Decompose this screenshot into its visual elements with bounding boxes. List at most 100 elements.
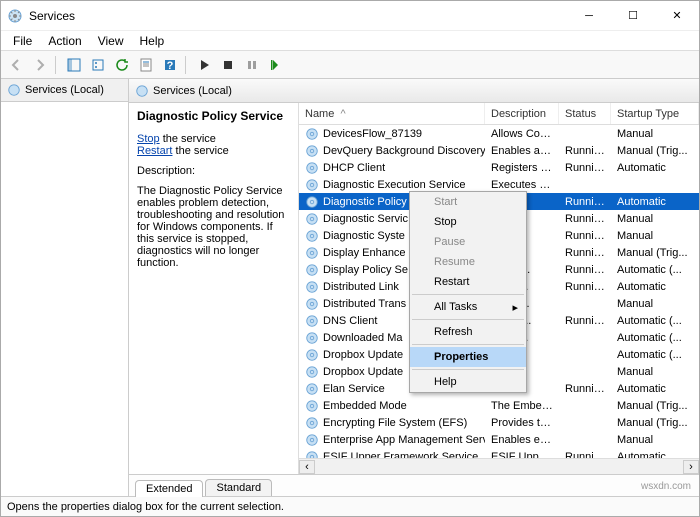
scroll-left-icon[interactable]: ‹ [299,460,315,474]
service-row[interactable]: DHCP ClientRegisters an...RunningAutomat… [299,159,699,176]
stop-service-link[interactable]: Stop [137,133,160,145]
scroll-right-icon[interactable]: › [683,460,699,474]
services-icon [7,83,21,97]
toolbar-separator [55,56,59,74]
cell-startup: Automatic [611,162,699,174]
ctx-separator [412,369,524,370]
forward-button[interactable] [29,54,51,76]
service-row[interactable]: DevQuery Background Discovery B...Enable… [299,142,699,159]
restart-service-link[interactable]: Restart [137,145,172,157]
title-bar: Services ─ ☐ ✕ [1,1,699,31]
horizontal-scrollbar[interactable]: ‹ › [299,458,699,474]
col-startup-type[interactable]: Startup Type [611,103,699,124]
service-icon [305,263,319,277]
cell-startup: Manual [611,366,699,378]
cell-startup: Automatic (... [611,315,699,327]
help-button[interactable]: ? [159,54,181,76]
ctx-help[interactable]: Help [410,372,526,392]
service-icon [305,331,319,345]
ctx-start: Start [410,192,526,212]
cell-name: DHCP Client [299,161,485,175]
description-label: Description: [137,165,290,177]
cell-startup: Manual [611,298,699,310]
col-description[interactable]: Description [485,103,559,124]
service-row[interactable]: DevicesFlow_87139Allows Con...Manual [299,125,699,142]
close-button[interactable]: ✕ [655,1,699,31]
menu-file[interactable]: File [5,32,40,50]
submenu-arrow-icon: ▸ [512,301,518,314]
ctx-stop[interactable]: Stop [410,212,526,232]
tree-root-services-local[interactable]: Services (Local) [1,79,128,102]
cell-startup: Manual (Trig... [611,247,699,259]
ctx-separator [412,294,524,295]
right-pane-title: Services (Local) [153,85,232,97]
ctx-separator [412,344,524,345]
ctx-pause: Pause [410,232,526,252]
menu-action[interactable]: Action [40,32,89,50]
toolbar-separator [185,56,189,74]
svg-text:?: ? [167,60,174,72]
cell-name: Enterprise App Management Service [299,433,485,447]
menu-help[interactable]: Help [132,32,173,50]
back-button[interactable] [5,54,27,76]
sort-indicator-icon: ^ [340,108,345,120]
tab-standard[interactable]: Standard [205,479,272,496]
col-status[interactable]: Status [559,103,611,124]
service-row[interactable]: ESIF Upper Framework ServiceESIF Upper .… [299,448,699,458]
cell-startup: Automatic [611,281,699,293]
context-menu: Start Stop Pause Resume Restart All Task… [409,191,527,393]
cell-description: Executes di... [485,179,559,191]
tab-extended[interactable]: Extended [135,480,203,497]
ctx-restart[interactable]: Restart [410,272,526,292]
column-headers: Name ^ Description Status Startup Type [299,103,699,125]
cell-name: Encrypting File System (EFS) [299,416,485,430]
refresh-button[interactable] [111,54,133,76]
cell-description: Registers an... [485,162,559,174]
cell-status: Running [559,315,611,327]
cell-startup: Manual [611,230,699,242]
cell-description: The Embed... [485,400,559,412]
properties-button[interactable] [135,54,157,76]
cell-status: Running [559,264,611,276]
pause-service-button[interactable] [241,54,263,76]
service-row[interactable]: Encrypting File System (EFS)Provides th.… [299,414,699,431]
service-icon [305,382,319,396]
ctx-refresh[interactable]: Refresh [410,322,526,342]
cell-startup: Automatic [611,383,699,395]
ctx-all-tasks[interactable]: All Tasks▸ [410,297,526,317]
cell-status: Running [559,230,611,242]
service-icon [305,399,319,413]
service-icon [305,229,319,243]
start-service-button[interactable] [193,54,215,76]
cell-startup: Manual [611,434,699,446]
minimize-button[interactable]: ─ [567,1,611,31]
service-icon [305,246,319,260]
cell-description: Enables app... [485,145,559,157]
tree-pane: Services (Local) [1,79,129,496]
tree-root-label: Services (Local) [25,84,104,96]
cell-description: Enables ent... [485,434,559,446]
cell-startup: Automatic (... [611,332,699,344]
cell-startup: Manual (Trig... [611,417,699,429]
service-icon [305,433,319,447]
menu-view[interactable]: View [90,32,132,50]
service-icon [305,280,319,294]
cell-startup: Manual (Trig... [611,400,699,412]
service-icon [305,348,319,362]
maximize-button[interactable]: ☐ [611,1,655,31]
show-hide-tree-button[interactable] [63,54,85,76]
stop-service-button[interactable] [217,54,239,76]
cell-name: Diagnostic Execution Service [299,178,485,192]
cell-name: DevQuery Background Discovery B... [299,144,485,158]
cell-startup: Manual (Trig... [611,145,699,157]
service-icon [305,297,319,311]
detail-service-name: Diagnostic Policy Service [137,109,290,123]
stop-suffix: the service [160,133,216,145]
restart-service-button[interactable] [265,54,287,76]
ctx-properties[interactable]: Properties [410,347,526,367]
col-name[interactable]: Name ^ [299,103,485,124]
cell-status: Running [559,451,611,459]
service-row[interactable]: Embedded ModeThe Embed...Manual (Trig... [299,397,699,414]
export-button[interactable] [87,54,109,76]
service-row[interactable]: Enterprise App Management ServiceEnables… [299,431,699,448]
